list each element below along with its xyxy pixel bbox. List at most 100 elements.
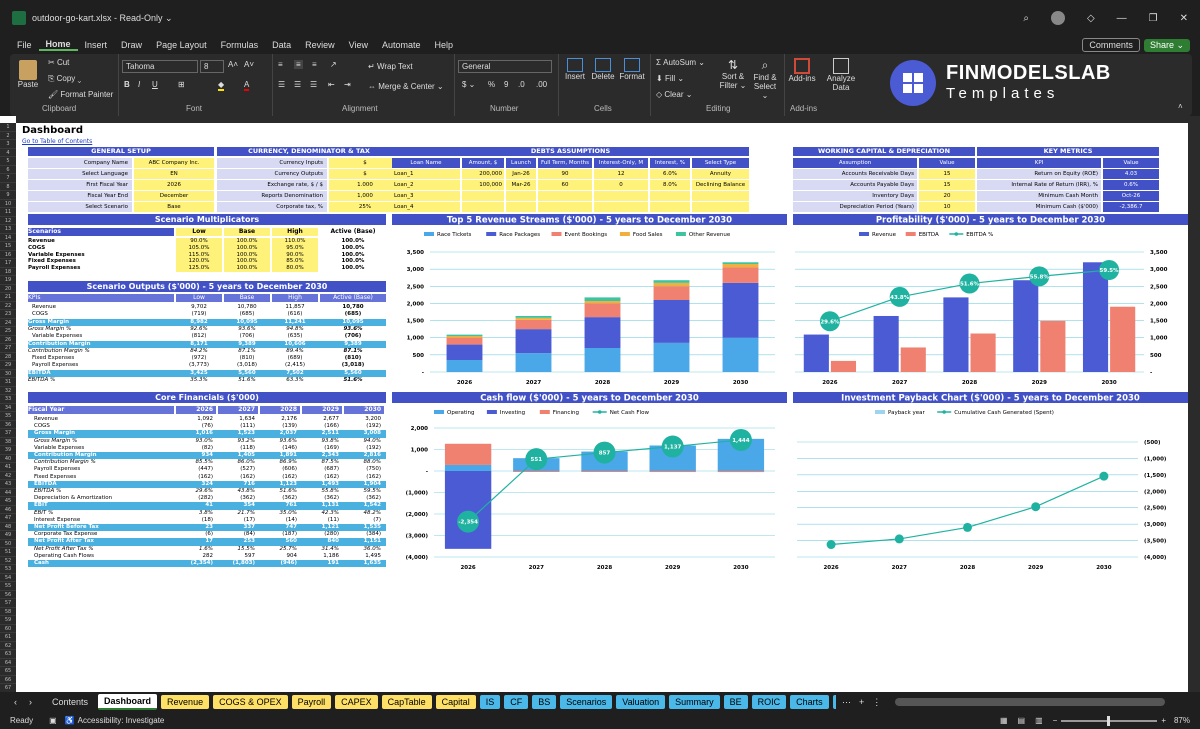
menu-help[interactable]: Help (428, 40, 461, 50)
find-select-button[interactable]: ⌕ Find & Select ⌄ (750, 58, 780, 100)
outdent-icon[interactable]: ⇥ (344, 80, 351, 89)
general-setup-value[interactable]: December (134, 191, 214, 201)
debts-cell[interactable]: 0 (594, 180, 648, 190)
fill-button[interactable]: ⬇ Fill ⌄ (656, 74, 684, 83)
row-number[interactable]: 28 (0, 353, 16, 361)
currency-value[interactable]: 25% (329, 202, 401, 212)
fill-color-icon[interactable]: ◆ (218, 80, 225, 91)
insert-cells-button[interactable]: Insert (562, 58, 588, 81)
tab-contents[interactable]: Contents (46, 695, 94, 709)
row-number[interactable]: 59 (0, 616, 16, 625)
debts-cell[interactable] (462, 191, 504, 201)
align-left-icon[interactable]: ☰ (278, 80, 285, 89)
menu-formulas[interactable]: Formulas (214, 40, 266, 50)
menu-review[interactable]: Review (298, 40, 342, 50)
row-number[interactable]: 15 (0, 242, 16, 251)
debts-cell[interactable] (506, 191, 536, 201)
scenario-mult-cell[interactable]: 100.0% (224, 265, 270, 272)
menu-automate[interactable]: Automate (375, 40, 428, 50)
autosum-button[interactable]: Σ AutoSum ⌄ (656, 58, 705, 67)
row-number[interactable]: 43 (0, 480, 16, 489)
clear-button[interactable]: ◇ Clear ⌄ (656, 90, 692, 99)
share-button[interactable]: Share ⌄ (1143, 38, 1190, 52)
toc-link[interactable]: Go to Table of Contents (22, 138, 92, 145)
menu-page-layout[interactable]: Page Layout (149, 40, 214, 50)
tab-valuation[interactable]: Valuation (616, 695, 666, 709)
row-number[interactable]: 4 (0, 149, 16, 157)
align-middle-icon[interactable]: ≡ (294, 60, 303, 69)
font-name-select[interactable]: Tahoma (122, 60, 198, 73)
tab-kpis[interactable]: KPIs (832, 695, 836, 709)
paste-button[interactable]: Paste (14, 60, 42, 94)
sort-filter-button[interactable]: ⇅ Sort & Filter ⌄ (718, 58, 748, 90)
wc-value[interactable]: 15 (919, 180, 975, 190)
accessibility-icon[interactable]: ♿ (65, 716, 75, 725)
row-number[interactable]: 27 (0, 344, 16, 353)
indent-icon[interactable]: ⇤ (328, 80, 335, 89)
comma-icon[interactable]: 9 (504, 80, 508, 89)
debts-cell[interactable]: 90 (538, 169, 592, 179)
scenario-mult-cell[interactable]: 115.0% (176, 251, 222, 259)
comments-button[interactable]: Comments (1082, 38, 1140, 52)
debts-cell[interactable]: 12 (594, 169, 648, 179)
tab-be[interactable]: BE (723, 695, 748, 709)
close-icon[interactable]: ✕ (1180, 13, 1188, 24)
row-number[interactable]: 62 (0, 642, 16, 650)
debts-cell[interactable] (692, 202, 749, 212)
debts-cell[interactable] (538, 191, 592, 201)
row-number[interactable]: 21 (0, 293, 16, 302)
row-number[interactable]: 10 (0, 200, 16, 208)
scenario-mult-cell[interactable]: 100.0% (224, 244, 270, 252)
row-number[interactable]: 55 (0, 582, 16, 591)
tab-more-icon[interactable]: ⋯ (842, 697, 851, 708)
debts-cell[interactable]: 200,000 (462, 169, 504, 179)
row-number[interactable]: 42 (0, 472, 16, 480)
debts-cell[interactable]: Annuity (692, 169, 749, 179)
row-number[interactable]: 63 (0, 650, 16, 659)
scenario-mult-cell[interactable]: 125.0% (176, 265, 222, 272)
minimize-icon[interactable]: — (1117, 13, 1127, 24)
row-number[interactable]: 29 (0, 361, 16, 370)
zoom-slider[interactable] (1061, 715, 1158, 726)
scenario-mult-cell[interactable]: 85.0% (272, 258, 318, 266)
row-number[interactable]: 56 (0, 591, 16, 599)
menu-insert[interactable]: Insert (78, 40, 115, 50)
delete-cells-button[interactable]: Delete (590, 58, 616, 81)
tab-revenue[interactable]: Revenue (161, 695, 210, 709)
tab-capital[interactable]: Capital (435, 695, 476, 709)
row-number[interactable]: 2 (0, 132, 16, 140)
number-format-select[interactable]: General (458, 60, 552, 73)
debts-cell[interactable]: 6.0% (650, 169, 690, 179)
row-number[interactable]: 44 (0, 489, 16, 497)
debts-cell[interactable]: Jan-26 (506, 169, 536, 179)
italic-button[interactable]: I (138, 80, 140, 89)
row-number[interactable]: 5 (0, 157, 16, 166)
debts-cell[interactable] (692, 191, 749, 201)
row-number[interactable]: 51 (0, 548, 16, 557)
analyze-data-button[interactable]: Analyze Data (824, 58, 858, 92)
currency-value[interactable]: 1.000 (329, 180, 401, 190)
row-number[interactable]: 13 (0, 225, 16, 234)
accessibility-status[interactable]: Accessibility: Investigate (78, 716, 165, 725)
currency-value[interactable]: 1,000 (329, 191, 401, 201)
debts-cell[interactable]: Declining Balance (692, 180, 749, 190)
menu-data[interactable]: Data (265, 40, 298, 50)
debts-cell[interactable] (650, 202, 690, 212)
format-cells-button[interactable]: Format (618, 58, 646, 81)
row-number[interactable]: 64 (0, 659, 16, 667)
row-number[interactable]: 40 (0, 455, 16, 463)
align-bottom-icon[interactable]: ≡ (312, 60, 317, 69)
general-setup-value[interactable]: ABC Company Inc. (134, 158, 214, 168)
debts-cell[interactable]: Mar-26 (506, 180, 536, 190)
scenario-mult-cell[interactable]: 105.0% (176, 244, 222, 252)
borders-icon[interactable]: ⊞ (178, 80, 185, 89)
tab-dashboard[interactable]: Dashboard (98, 694, 158, 710)
wc-value[interactable]: 20 (919, 191, 975, 201)
row-number[interactable]: 11 (0, 208, 16, 217)
align-top-icon[interactable]: ≡ (278, 60, 283, 69)
general-setup-value[interactable]: EN (134, 169, 214, 179)
row-number[interactable]: 30 (0, 370, 16, 378)
row-number[interactable]: 65 (0, 667, 16, 676)
tab-roic[interactable]: ROIC (751, 695, 787, 709)
menu-draw[interactable]: Draw (114, 40, 149, 50)
